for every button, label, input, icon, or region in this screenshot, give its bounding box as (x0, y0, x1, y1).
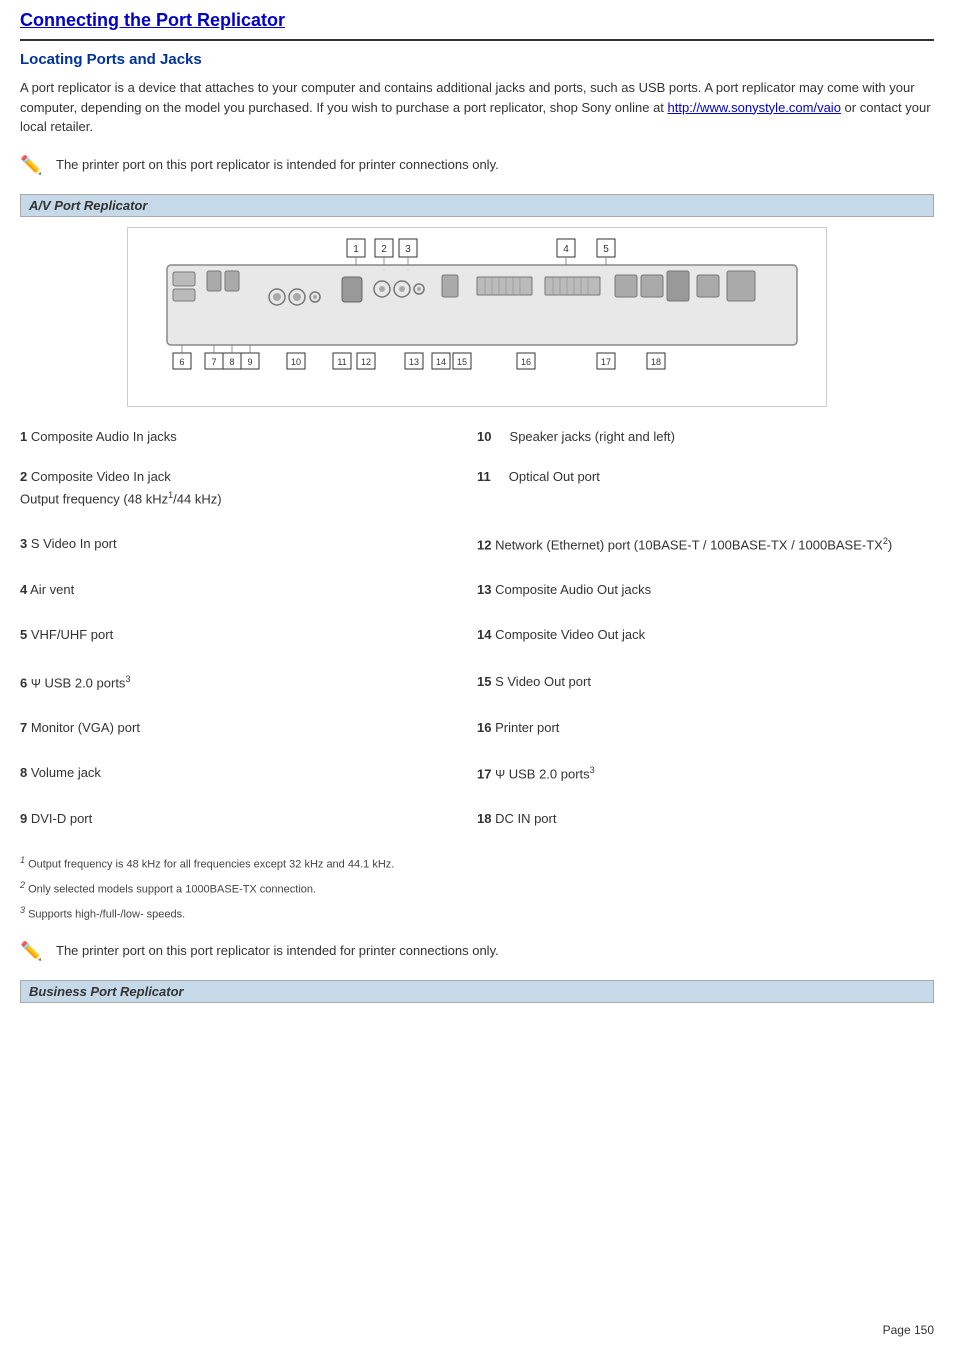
port-num-10: 10 (477, 429, 491, 444)
svg-text:14: 14 (436, 357, 446, 367)
note-box-1: ✏️ The printer port on this port replica… (20, 151, 934, 180)
port-row-3: 3 S Video In port 12 Network (Ethernet) … (20, 528, 934, 562)
port-row-6: 6 Ψ USB 2.0 ports3 15 S Video Out port (20, 666, 934, 700)
port-num-11: 11 (477, 469, 491, 484)
svg-text:8: 8 (229, 357, 234, 367)
svg-text:7: 7 (211, 357, 216, 367)
business-port-header: Business Port Replicator (20, 980, 934, 1003)
port-diagram: 1 2 3 4 5 (127, 227, 827, 407)
svg-text:15: 15 (457, 357, 467, 367)
section-title: Locating Ports and Jacks (20, 51, 934, 68)
port-num-9: 9 (20, 811, 27, 826)
footnote-section: 1 Output frequency is 48 kHz for all fre… (20, 854, 934, 923)
note-text-2: The printer port on this port replicator… (56, 941, 499, 961)
port-col-left-2: 2 Composite Video In jack Output frequen… (20, 467, 477, 510)
port-num-13: 13 (477, 582, 491, 597)
ports-grid: 1 Composite Audio In jacks 10 Speaker ja… (20, 421, 934, 836)
port-num-7: 7 (20, 720, 27, 735)
port-col-left-6: 6 Ψ USB 2.0 ports3 (20, 672, 477, 694)
svg-text:17: 17 (601, 357, 611, 367)
svg-text:4: 4 (563, 244, 569, 255)
port-col-right-1: 10 Speaker jacks (right and left) (477, 427, 934, 448)
port-col-left-1: 1 Composite Audio In jacks (20, 427, 477, 448)
port-col-right-2: 11 Optical Out port (477, 467, 934, 510)
port-num-3: 3 (20, 536, 27, 551)
port-num-4: 4 (20, 582, 27, 597)
svg-text:10: 10 (291, 357, 301, 367)
svg-text:1: 1 (353, 244, 359, 255)
port-col-right-5: 14 Composite Video Out jack (477, 625, 934, 646)
port-num-14: 14 (477, 627, 491, 642)
svg-text:5: 5 (603, 244, 609, 255)
port-col-left-7: 7 Monitor (VGA) port (20, 718, 477, 739)
sony-link[interactable]: http://www.sonystyle.com/vaio (668, 100, 841, 115)
port-col-right-8: 17 Ψ USB 2.0 ports3 (477, 763, 934, 785)
port-col-right-6: 15 S Video Out port (477, 672, 934, 694)
svg-text:9: 9 (247, 357, 252, 367)
port-col-left-4: 4 Air vent (20, 580, 477, 601)
footnote-num-1: 1 (20, 855, 25, 865)
svg-text:13: 13 (409, 357, 419, 367)
svg-text:12: 12 (361, 357, 371, 367)
note-icon-1: ✏️ (20, 155, 48, 176)
port-col-left-5: 5 VHF/UHF port (20, 625, 477, 646)
footnote-num-2: 2 (20, 880, 25, 890)
port-col-right-9: 18 DC IN port (477, 809, 934, 830)
port-col-left-8: 8 Volume jack (20, 763, 477, 785)
footnote-num-3: 3 (20, 905, 25, 915)
svg-text:16: 16 (521, 357, 531, 367)
port-num-16: 16 (477, 720, 491, 735)
svg-text:3: 3 (405, 244, 411, 255)
note-icon-2: ✏️ (20, 941, 48, 962)
port-num-18: 18 (477, 811, 491, 826)
port-col-left-9: 9 DVI-D port (20, 809, 477, 830)
page-title: Connecting the Port Replicator (20, 10, 934, 31)
port-row-8: 8 Volume jack 17 Ψ USB 2.0 ports3 (20, 757, 934, 791)
footnote-1: 1 Output frequency is 48 kHz for all fre… (20, 854, 934, 873)
port-num-5: 5 (20, 627, 27, 642)
port-row-7: 7 Monitor (VGA) port 16 Printer port (20, 712, 934, 745)
port-num-12: 12 (477, 538, 491, 553)
port-row-2: 2 Composite Video In jack Output frequen… (20, 461, 934, 516)
port-num-8: 8 (20, 765, 27, 780)
port-num-6: 6 (20, 675, 27, 690)
port-num-1: 1 (20, 429, 27, 444)
svg-text:2: 2 (381, 244, 387, 255)
port-num-2: 2 (20, 469, 27, 484)
port-col-right-3: 12 Network (Ethernet) port (10BASE-T / 1… (477, 534, 934, 556)
port-row-9: 9 DVI-D port 18 DC IN port (20, 803, 934, 836)
footnote-2: 2 Only selected models support a 1000BAS… (20, 879, 934, 898)
footnote-3: 3 Supports high-/full-/low- speeds. (20, 904, 934, 923)
note-box-2: ✏️ The printer port on this port replica… (20, 937, 934, 966)
port-num-15: 15 (477, 674, 491, 689)
port-col-right-4: 13 Composite Audio Out jacks (477, 580, 934, 601)
port-num-17: 17 (477, 766, 491, 781)
svg-text:18: 18 (651, 357, 661, 367)
svg-text:6: 6 (179, 357, 184, 367)
port-row-4: 4 Air vent 13 Composite Audio Out jacks (20, 574, 934, 607)
svg-text:11: 11 (337, 357, 346, 367)
page-number: Page 150 (883, 1323, 934, 1337)
port-row-1: 1 Composite Audio In jacks 10 Speaker ja… (20, 421, 934, 454)
port-row-5: 5 VHF/UHF port 14 Composite Video Out ja… (20, 619, 934, 652)
port-col-left-3: 3 S Video In port (20, 534, 477, 556)
intro-paragraph: A port replicator is a device that attac… (20, 78, 934, 137)
note-text-1: The printer port on this port replicator… (56, 155, 499, 175)
port-col-right-7: 16 Printer port (477, 718, 934, 739)
av-port-header: A/V Port Replicator (20, 194, 934, 217)
